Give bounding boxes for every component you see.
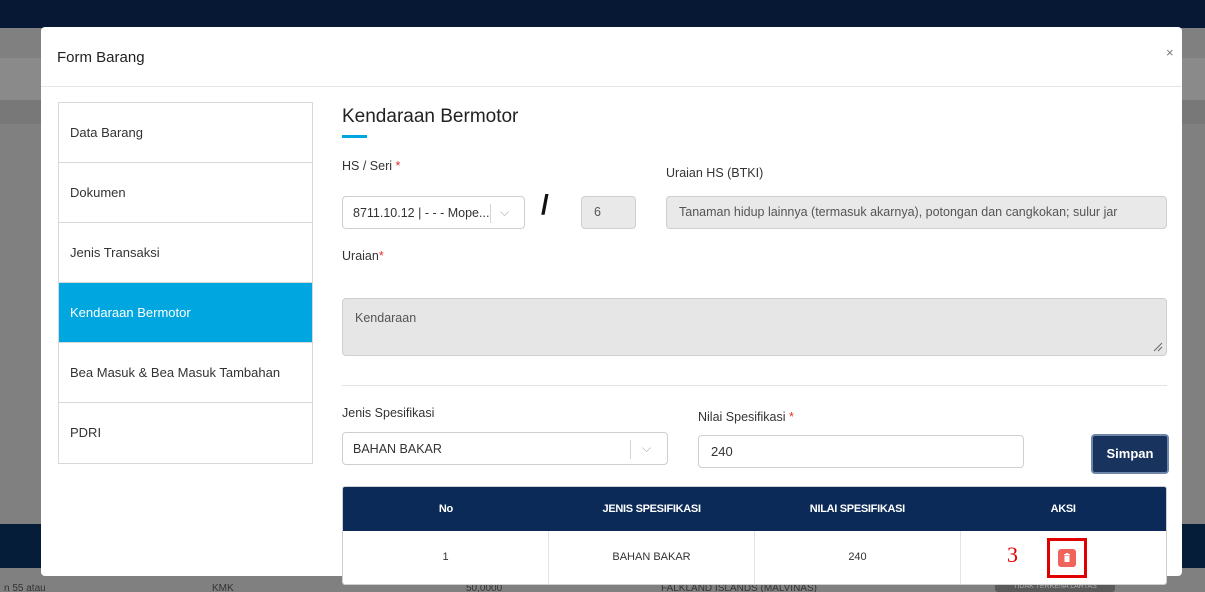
resize-handle-icon[interactable] (1153, 342, 1163, 352)
form-barang-modal: Form Barang × Data Barang Dokumen Jenis … (41, 27, 1182, 585)
cell-no: 1 (343, 531, 549, 584)
nilai-spesifikasi-input[interactable]: 240 (698, 435, 1024, 468)
section-divider (342, 385, 1167, 386)
column-header-jenis: JENIS SPESIFIKASI (602, 503, 702, 515)
column-header-nilai: NILAI SPESIFIKASI (809, 503, 905, 515)
hs-seri-select[interactable]: 8711.10.12 | - - - Mope... ⌵ (342, 196, 525, 229)
column-header-no: No (438, 503, 453, 515)
section-title: Kendaraan Bermotor (342, 106, 519, 127)
form-section-menu: Data Barang Dokumen Jenis Transaksi Kend… (58, 102, 313, 464)
jenis-spesifikasi-select[interactable]: BAHAN BAKAR ⌵ (342, 432, 668, 465)
column-header-aksi: AKSI (1050, 503, 1076, 515)
background-cell: KMK (212, 583, 234, 592)
annotation-highlight-box (1047, 538, 1087, 578)
menu-item-dokumen[interactable]: Dokumen (59, 163, 312, 223)
menu-item-kendaraan-bermotor[interactable]: Kendaraan Bermotor (59, 283, 312, 343)
select-separator (490, 204, 491, 223)
background-topbar (0, 0, 1205, 28)
cell-nilai: 240 (755, 531, 961, 584)
modal-title: Form Barang (57, 49, 145, 66)
nilai-spesifikasi-label: Nilai Spesifikasi * (698, 410, 794, 424)
section-title-underline (342, 135, 367, 138)
hs-seri-separator: / (541, 189, 549, 220)
background-cell: n 55 atau (4, 583, 46, 592)
menu-item-bea-masuk[interactable]: Bea Masuk & Bea Masuk Tambahan (59, 343, 312, 403)
uraian-hs-field: Tanaman hidup lainnya (termasuk akarnya)… (666, 196, 1167, 229)
table-header: No JENIS SPESIFIKASI NILAI SPESIFIKASI A… (343, 487, 1166, 531)
seri-field: 6 (581, 196, 636, 229)
annotation-number: 3 (1007, 542, 1018, 567)
table-row: 1 BAHAN BAKAR 240 (343, 531, 1166, 584)
cell-jenis: BAHAN BAKAR (549, 531, 755, 584)
select-separator (630, 440, 631, 459)
modal-header: Form Barang × (41, 27, 1182, 87)
menu-item-data-barang[interactable]: Data Barang (59, 103, 312, 163)
uraian-field: Kendaraan (342, 298, 1167, 356)
jenis-spesifikasi-value: BAHAN BAKAR (353, 442, 442, 456)
trash-icon (1064, 553, 1070, 562)
menu-item-jenis-transaksi[interactable]: Jenis Transaksi (59, 223, 312, 283)
uraian-value: Kendaraan (355, 311, 417, 325)
close-icon[interactable]: × (1166, 45, 1174, 60)
menu-item-pdri[interactable]: PDRI (59, 403, 312, 463)
hs-seri-value: 8711.10.12 | - - - Mope... (353, 206, 490, 220)
uraian-hs-label: Uraian HS (BTKI) (666, 166, 764, 180)
chevron-down-icon: ⌵ (642, 441, 652, 455)
hs-seri-label: HS / Seri * (342, 159, 401, 173)
chevron-down-icon: ⌵ (500, 205, 510, 219)
uraian-label: Uraian* (342, 249, 384, 263)
jenis-spesifikasi-label: Jenis Spesifikasi (342, 406, 435, 420)
spesifikasi-table: No JENIS SPESIFIKASI NILAI SPESIFIKASI A… (342, 486, 1167, 585)
simpan-button[interactable]: Simpan (1091, 434, 1169, 474)
delete-button[interactable] (1058, 549, 1076, 567)
